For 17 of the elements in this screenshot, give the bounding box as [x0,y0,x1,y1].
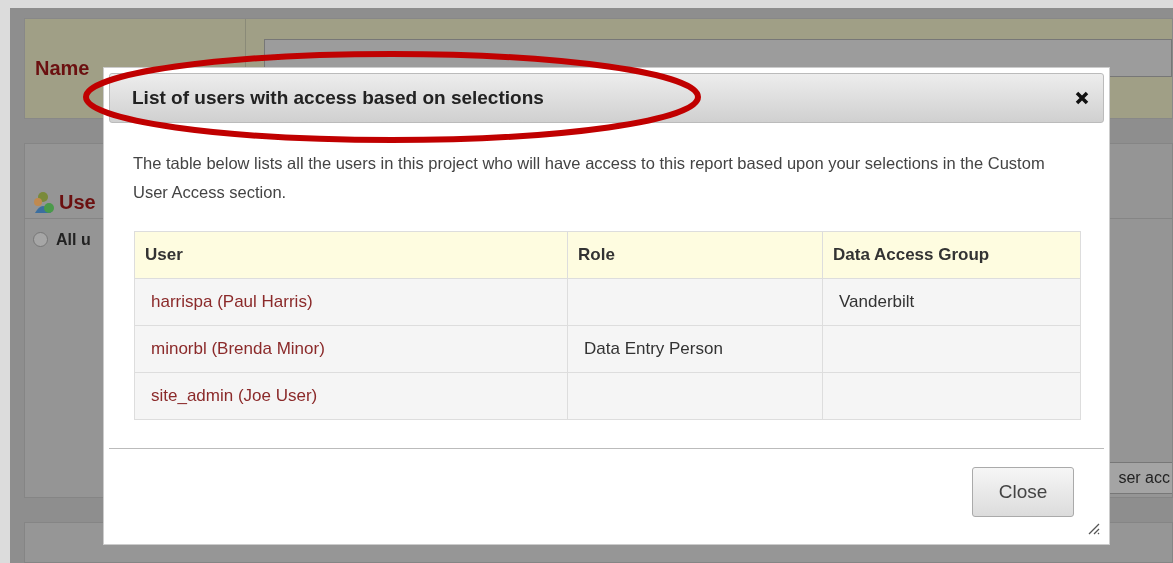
column-header: User [134,231,568,279]
close-icon[interactable] [1075,91,1089,105]
resize-grip-icon[interactable] [1086,521,1100,535]
close-button[interactable]: Close [972,467,1074,517]
dialog-title: List of users with access based on selections [132,87,544,109]
user-link[interactable]: minorbl (Brenda Minor) [134,325,568,373]
column-header: Data Access Group [822,231,1081,279]
radio-button[interactable] [33,232,48,248]
user-link[interactable]: harrispa (Paul Harris) [134,278,568,326]
field-label: Name [35,56,90,80]
column-header: Role [567,231,823,279]
user-link[interactable]: site_admin (Joe User) [134,372,568,420]
table-cell: Vanderbilt [822,278,1081,326]
description-text: The table below lists all the users in this project who will have access to this report based upon your selections in the Custom User Access section. [133,154,1045,201]
radio-label: All u [56,230,91,249]
table-cell: Data Entry Person [567,325,823,373]
section-title: Use [59,191,96,215]
